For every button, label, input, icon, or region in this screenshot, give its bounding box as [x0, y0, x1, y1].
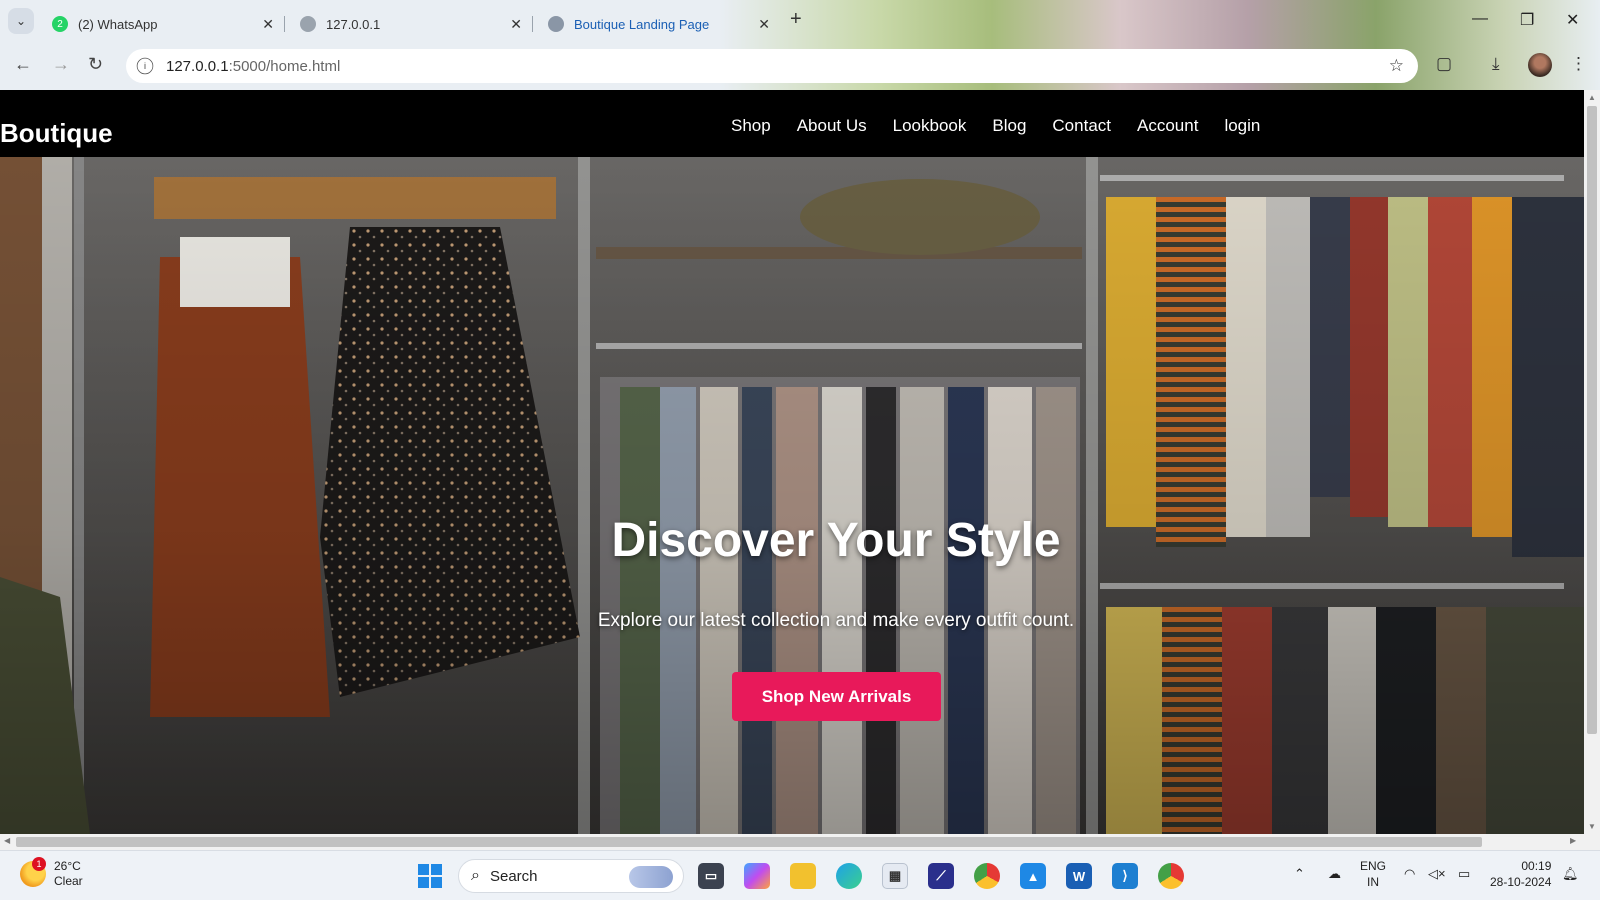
- chrome-active-icon[interactable]: [1158, 863, 1184, 889]
- taskbar-search[interactable]: ⌕ Search: [458, 859, 684, 893]
- main-nav: Shop About Us Lookbook Blog Contact Acco…: [731, 116, 1260, 136]
- profile-avatar[interactable]: [1528, 53, 1552, 77]
- url-text: 127.0.0.1:5000/home.html: [166, 57, 341, 75]
- task-view-icon[interactable]: ▭: [698, 863, 724, 889]
- language-indicator[interactable]: ENG IN: [1360, 858, 1386, 890]
- site-header: Boutique Shop About Us Lookbook Blog Con…: [0, 90, 1584, 157]
- weather-temp: 26°C: [54, 859, 81, 873]
- page-viewport: Boutique Shop About Us Lookbook Blog Con…: [0, 90, 1584, 834]
- nav-blog[interactable]: Blog: [992, 116, 1026, 136]
- extensions-icon[interactable]: ▢: [1436, 54, 1452, 74]
- notification-bell-icon[interactable]: 🔔︎: [1562, 866, 1579, 882]
- bookmark-star-icon[interactable]: ☆: [1389, 56, 1404, 76]
- nav-shop[interactable]: Shop: [731, 116, 771, 136]
- horizontal-scrollbar[interactable]: ◀ ▶: [0, 834, 1584, 850]
- search-icon: ⌕: [471, 867, 480, 884]
- tab-strip: ⌄ 2 (2) WhatsApp ✕ 127.0.0.1 ✕ Boutique …: [0, 0, 1600, 42]
- lang-code: ENG: [1360, 859, 1387, 873]
- windows-taskbar: 1 26°C Clear ⌕ Search ▭ ▦ ⟋ ▲ W ⟩ ⌃ ☁ EN…: [0, 850, 1600, 900]
- scroll-right-icon[interactable]: ▶: [1570, 836, 1576, 845]
- wifi-icon[interactable]: ◠: [1404, 866, 1415, 882]
- scroll-left-icon[interactable]: ◀: [4, 836, 10, 845]
- whatsapp-icon: 2: [52, 16, 68, 32]
- photos-icon[interactable]: ▲: [1020, 863, 1046, 889]
- app-icon[interactable]: ⟋: [928, 863, 954, 889]
- close-tab-icon[interactable]: ✕: [510, 16, 522, 33]
- notification-badge: 1: [32, 857, 46, 871]
- store-icon[interactable]: ▦: [882, 863, 908, 889]
- shop-new-arrivals-button[interactable]: Shop New Arrivals: [732, 672, 941, 721]
- tab-search-dropdown[interactable]: ⌄: [8, 8, 34, 34]
- tab-title: Boutique Landing Page: [574, 16, 710, 32]
- browser-chrome: ⌄ 2 (2) WhatsApp ✕ 127.0.0.1 ✕ Boutique …: [0, 0, 1600, 90]
- address-bar[interactable]: i 127.0.0.1:5000/home.html ☆: [126, 49, 1418, 83]
- edge-icon[interactable]: [836, 863, 862, 889]
- vertical-scrollbar[interactable]: ▲ ▼: [1584, 90, 1600, 834]
- minimize-icon[interactable]: —: [1472, 10, 1488, 28]
- tab-whatsapp[interactable]: 2 (2) WhatsApp ✕: [40, 6, 285, 42]
- site-logo[interactable]: Boutique: [0, 118, 113, 149]
- tab-boutique[interactable]: Boutique Landing Page ✕: [536, 6, 780, 42]
- new-tab-button[interactable]: +: [790, 8, 802, 31]
- chrome-icon[interactable]: [974, 863, 1000, 889]
- globe-icon: [548, 16, 564, 32]
- windows-start-icon[interactable]: [418, 864, 442, 888]
- vscode-icon[interactable]: ⟩: [1112, 863, 1138, 889]
- weather-icon: 1: [20, 857, 46, 887]
- tab-title: (2) WhatsApp: [78, 16, 158, 32]
- globe-icon: [300, 16, 316, 32]
- clock[interactable]: 00:19 28-10-2024: [1490, 858, 1551, 890]
- scroll-corner: [1584, 834, 1600, 850]
- tab-title: 127.0.0.1: [326, 16, 381, 32]
- nav-account[interactable]: Account: [1137, 116, 1198, 136]
- restore-icon[interactable]: ❐: [1520, 10, 1534, 30]
- hero-subtitle: Explore our latest collection and make e…: [597, 610, 1075, 631]
- time: 00:19: [1521, 859, 1552, 873]
- site-info-icon[interactable]: i: [136, 57, 154, 75]
- close-tab-icon[interactable]: ✕: [262, 16, 274, 33]
- battery-icon[interactable]: ▭: [1458, 866, 1470, 882]
- scroll-up-icon[interactable]: ▲: [1588, 93, 1596, 102]
- region-code: IN: [1367, 875, 1379, 889]
- scroll-thumb[interactable]: [1587, 106, 1597, 734]
- back-icon[interactable]: ←: [14, 54, 32, 75]
- weather-desc: Clear: [54, 874, 83, 888]
- nav-contact[interactable]: Contact: [1052, 116, 1111, 136]
- download-icon[interactable]: ⤓: [1492, 54, 1500, 74]
- menu-kebab-icon[interactable]: ⋮: [1570, 54, 1587, 74]
- hero-background-image: [0, 157, 1584, 834]
- close-tab-icon[interactable]: ✕: [758, 16, 770, 33]
- weather-widget[interactable]: 1 26°C Clear: [20, 857, 83, 889]
- tab-localhost[interactable]: 127.0.0.1 ✕: [288, 6, 533, 42]
- nav-lookbook[interactable]: Lookbook: [893, 116, 967, 136]
- volume-muted-icon[interactable]: ◁×: [1428, 866, 1446, 882]
- tray-chevron-icon[interactable]: ⌃: [1294, 866, 1305, 882]
- h-scroll-thumb[interactable]: [16, 837, 1482, 847]
- word-icon[interactable]: W: [1066, 863, 1092, 889]
- search-label: Search: [489, 867, 538, 885]
- file-explorer-icon[interactable]: [790, 863, 816, 889]
- nav-login[interactable]: login: [1224, 116, 1260, 136]
- hero-section: Discover Your Style Explore our latest c…: [0, 157, 1584, 834]
- hero-title: Discover Your Style: [611, 514, 1061, 567]
- onedrive-icon[interactable]: ☁: [1328, 866, 1341, 882]
- copilot-icon[interactable]: [744, 863, 770, 889]
- nav-about-us[interactable]: About Us: [797, 116, 867, 136]
- search-highlight-icon: [629, 866, 673, 888]
- date: 28-10-2024: [1490, 875, 1552, 889]
- forward-icon[interactable]: →: [52, 54, 70, 75]
- reload-icon[interactable]: ↻: [88, 54, 103, 75]
- scroll-down-icon[interactable]: ▼: [1588, 822, 1596, 831]
- close-window-icon[interactable]: ✕: [1566, 10, 1579, 30]
